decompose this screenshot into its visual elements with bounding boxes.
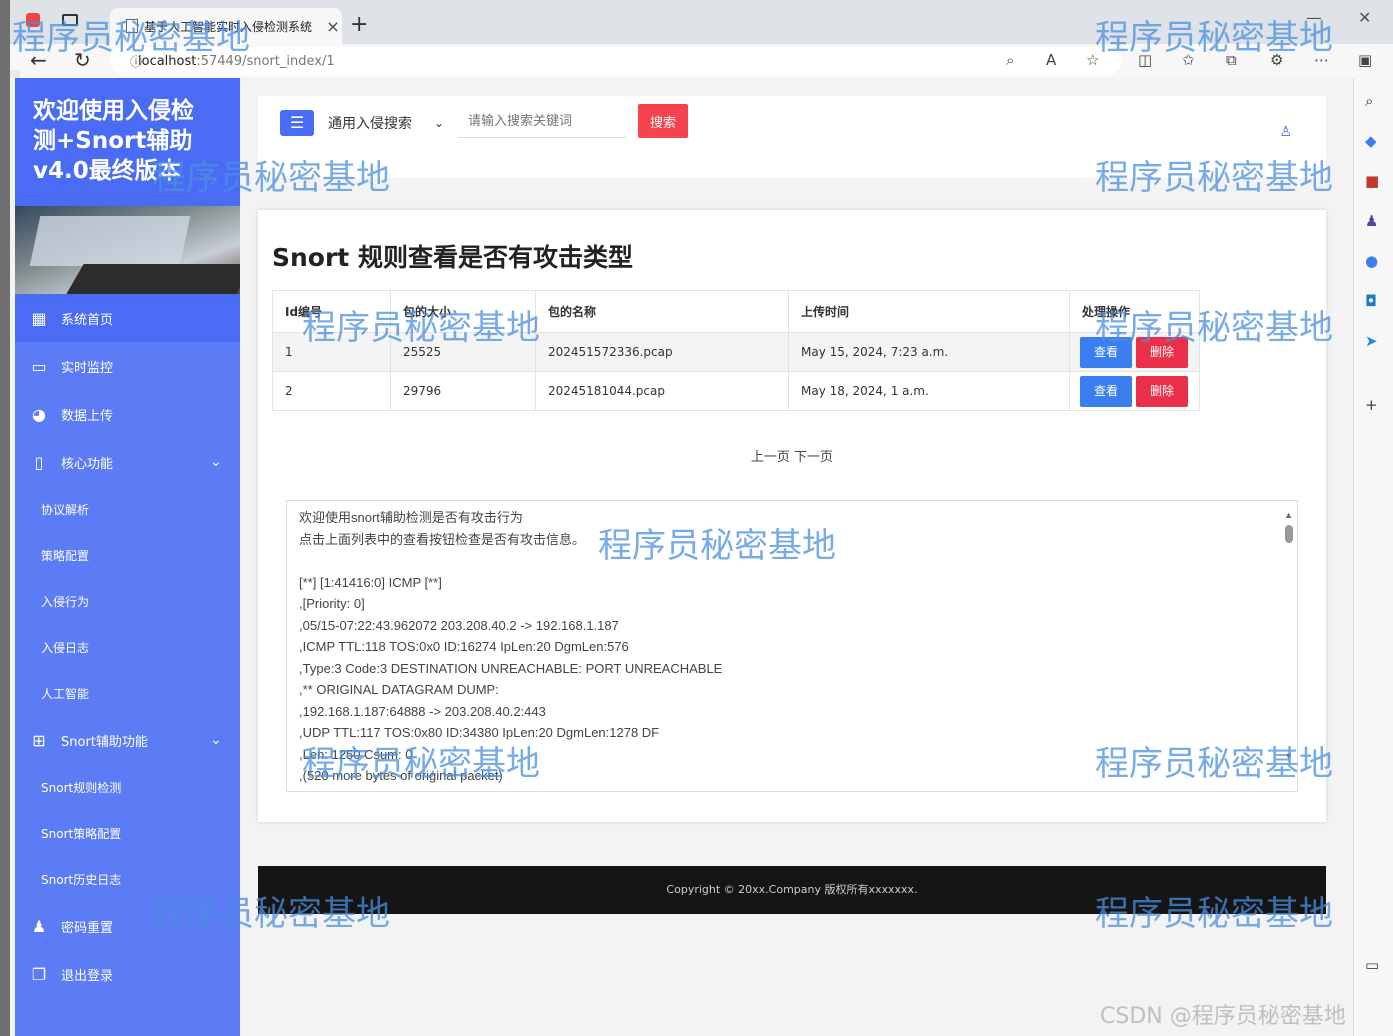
sidebar-item-logout[interactable]: ❐ 退出登录: [15, 950, 240, 998]
log-line: ,[Priority: 0]: [299, 596, 365, 611]
url-field[interactable]: ⓘ localhost:57449/snort_index/1: [110, 47, 1122, 75]
log-line: ,05/15-07:22:43.962072 203.208.40.2 -> 1…: [299, 617, 619, 633]
hero-image: [15, 206, 240, 294]
chevron-down-icon: ⌄: [210, 732, 222, 748]
sidebar-item-monitor[interactable]: ▭ 实时监控: [15, 342, 240, 390]
search-button[interactable]: 搜索: [638, 104, 688, 138]
scroll-up-icon[interactable]: ▲: [1284, 505, 1293, 527]
people-icon[interactable]: ♟: [1365, 212, 1378, 230]
watermark: 程序员秘密基地: [302, 308, 540, 348]
office-icon[interactable]: ●: [1365, 252, 1378, 270]
close-window-button[interactable]: ✕: [1358, 8, 1371, 27]
cell-size: 29796: [390, 371, 536, 411]
sidebar-item-core[interactable]: ▯ 核心功能 ⌄: [15, 438, 240, 486]
search-type-select[interactable]: 通用入侵搜索 ⌄: [320, 108, 450, 138]
close-tab-icon[interactable]: ×: [324, 17, 342, 36]
watermark: 程序员秘密基地: [598, 526, 836, 566]
sidebar-item-label: Snort辅助功能: [61, 734, 148, 750]
grid-icon: ▦: [31, 308, 47, 328]
sidebar-sub-policy[interactable]: 策略配置: [15, 532, 240, 578]
log-line: ,ICMP TTL:118 TOS:0x0 ID:16274 IpLen:20 …: [299, 639, 629, 654]
watermark: 程序员秘密基地: [152, 158, 390, 198]
edge-sidebar: ⌕ ◆ ■ ♟ ● ◘ ➤ + ▭: [1353, 78, 1393, 1036]
csdn-watermark: CSDN @程序员秘密基地: [1100, 1004, 1346, 1029]
chevron-down-icon: ⌄: [433, 116, 444, 130]
sidebar-sub-intrusion[interactable]: 入侵行为: [15, 578, 240, 624]
user-icon[interactable]: ♙: [1279, 124, 1292, 140]
watermark: 程序员秘密基地: [152, 894, 390, 934]
sidebar-sub-log[interactable]: 入侵日志: [15, 624, 240, 670]
sidebar-sub-snort-rules[interactable]: Snort规则检测: [15, 764, 240, 810]
zoom-icon[interactable]: ⌕: [1006, 51, 1014, 69]
sidebar-item-label: 核心功能: [61, 456, 114, 472]
log-line: ,Type:3 Code:3 DESTINATION UNREACHABLE: …: [299, 660, 723, 676]
table-row: 2 29796 20245181044.pcap May 18, 2024, 1…: [272, 371, 1200, 411]
table-icon: ⊞: [32, 730, 46, 750]
cell-actions: 查看 删除: [1069, 371, 1200, 411]
sidebar-item-snort[interactable]: ⊞ Snort辅助功能 ⌄: [15, 716, 240, 764]
cell-name: 20245181044.pcap: [535, 371, 789, 411]
watermark: 程序员秘密基地: [1095, 308, 1333, 348]
delete-button[interactable]: 删除: [1136, 375, 1188, 407]
add-icon[interactable]: +: [1365, 396, 1378, 414]
log-line: ,** ORIGINAL DATAGRAM DUMP:: [299, 682, 499, 697]
monitor-icon: ▭: [31, 356, 47, 376]
scrollbar-thumb[interactable]: [1285, 525, 1293, 543]
sidebar-item-label: 数据上传: [61, 408, 114, 424]
sidebar-sub-protocol[interactable]: 协议解析: [15, 486, 240, 532]
cell-id: 2: [272, 371, 391, 411]
sidebar-item-home[interactable]: ▦ 系统首页: [15, 294, 240, 342]
sidebar-sub-ai[interactable]: 人工智能: [15, 670, 240, 716]
watermark: 程序员秘密基地: [12, 18, 250, 58]
toolbox-icon[interactable]: ■: [1365, 172, 1379, 190]
cell-time: May 15, 2024, 7:23 a.m.: [788, 332, 1070, 372]
col-header: 上传时间: [788, 290, 1070, 333]
browser-window: 基于人工智能实时入侵检测系统 × + — ✕ ← ↻ ⓘ localhost:5…: [10, 0, 1393, 1036]
brand-line: 欢迎使用入侵检: [33, 98, 194, 124]
search-input[interactable]: [458, 106, 626, 138]
file-icon: ▯: [34, 452, 44, 472]
sidebar-item-label: 退出登录: [61, 968, 114, 984]
users-icon: ♟: [31, 916, 47, 936]
watermark: 程序员秘密基地: [1095, 894, 1333, 934]
sidebar-item-upload[interactable]: ◕ 数据上传: [15, 390, 240, 438]
screen-cast-icon[interactable]: ▭: [1365, 956, 1379, 974]
watermark: 程序员秘密基地: [1095, 744, 1333, 784]
pie-chart-icon: ◕: [32, 404, 46, 424]
sidebar-toggle-icon[interactable]: ▣: [1358, 51, 1372, 69]
sidebar-sub-snort-policy[interactable]: Snort策略配置: [15, 810, 240, 856]
sidebar-item-label: 实时监控: [61, 360, 114, 376]
read-aloud-icon[interactable]: A: [1046, 51, 1056, 69]
pagination[interactable]: 上一页 下一页: [258, 446, 1326, 465]
search-type-value: 通用入侵搜索: [328, 116, 412, 132]
page-title: Snort 规则查看是否有攻击类型: [272, 243, 633, 272]
outlook-icon[interactable]: ◘: [1365, 292, 1377, 310]
watermark: 程序员秘密基地: [1095, 18, 1333, 58]
cell-time: May 18, 2024, 1 a.m.: [788, 371, 1070, 411]
menu-toggle-button[interactable]: ☰: [280, 110, 314, 136]
window-icon: ❐: [31, 964, 47, 984]
log-line: [**] [1:41416:0] ICMP [**]: [299, 574, 442, 590]
new-tab-button[interactable]: +: [350, 12, 368, 37]
view-button[interactable]: 查看: [1080, 375, 1132, 407]
tag-icon[interactable]: ◆: [1365, 132, 1377, 150]
watermark: 程序员秘密基地: [1095, 158, 1333, 198]
sidebar-item-label: 系统首页: [61, 312, 114, 328]
col-header: 包的名称: [535, 290, 789, 333]
log-line: ,192.168.1.187:64888 -> 203.208.40.2:443: [299, 703, 546, 719]
chevron-down-icon: ⌄: [210, 454, 222, 470]
search-icon[interactable]: ⌕: [1365, 92, 1373, 110]
cell-name: 202451572336.pcap: [535, 332, 789, 372]
send-icon[interactable]: ➤: [1365, 332, 1378, 350]
watermark: 程序员秘密基地: [302, 744, 540, 784]
